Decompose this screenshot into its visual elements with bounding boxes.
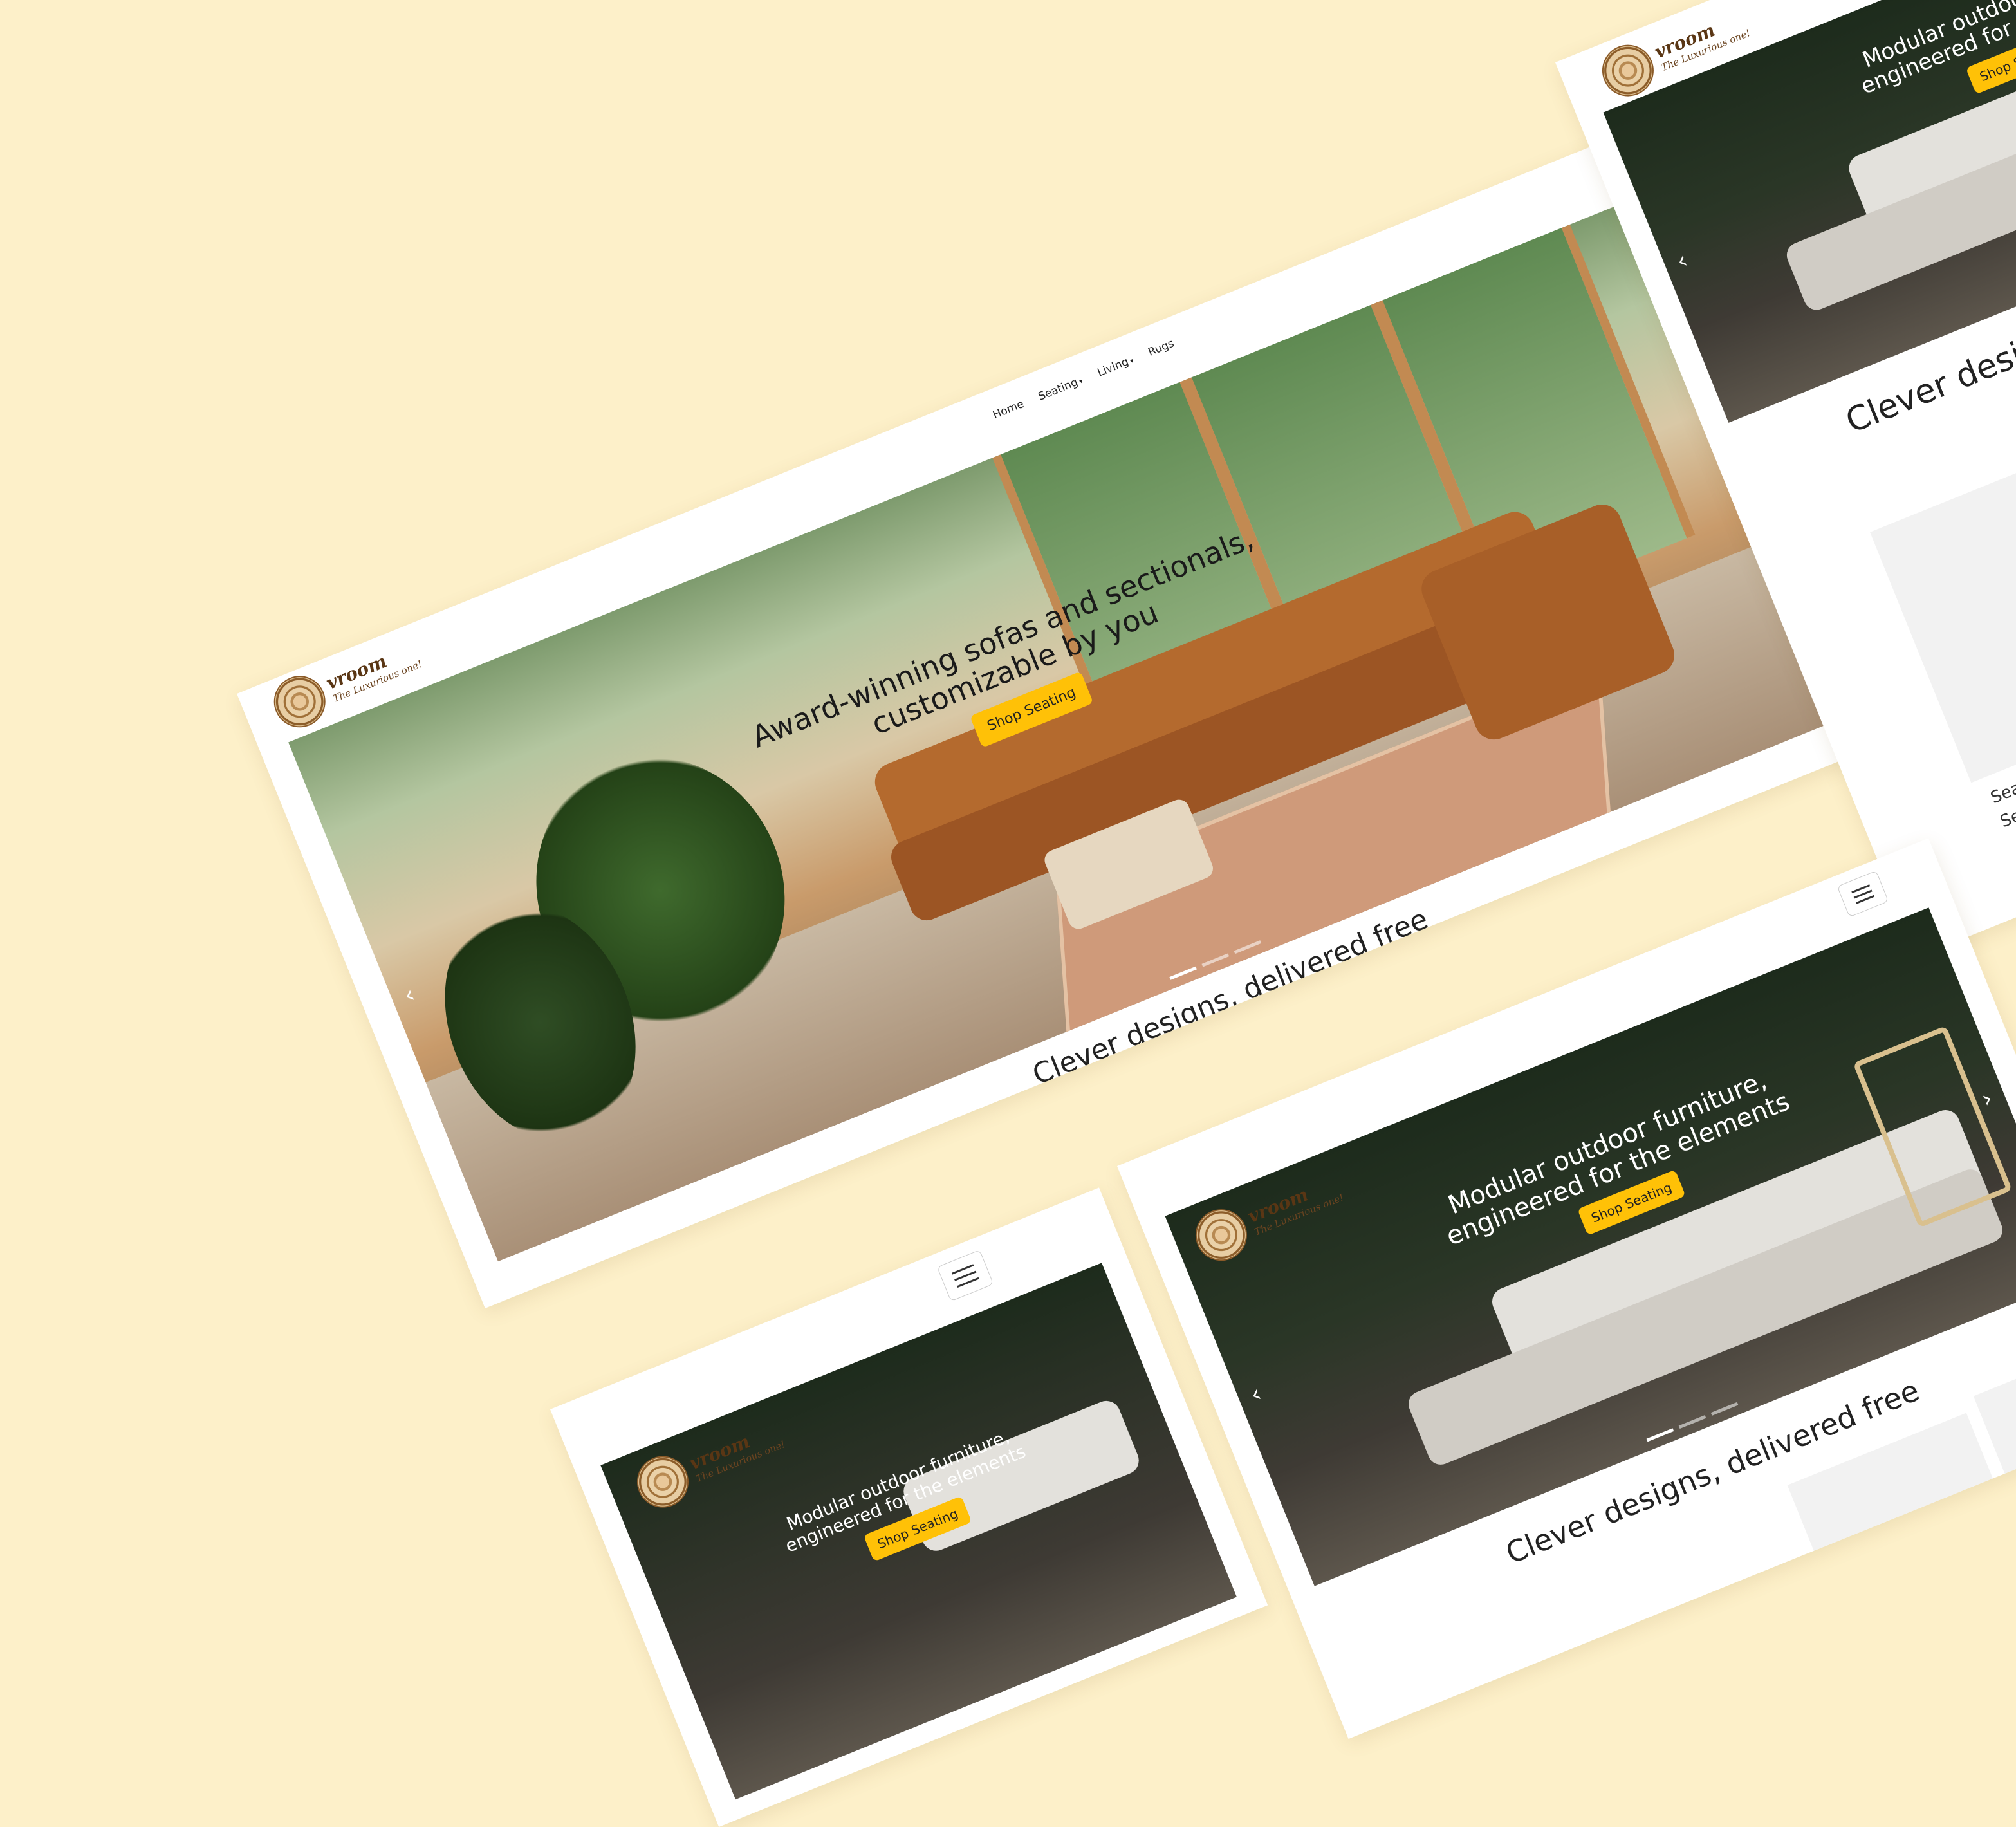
caret-down-icon: ▾ [1078,376,1085,386]
brand-logo[interactable]: vroom The Luxurious one! [629,1410,790,1516]
hero-carousel: vroom The Luxurious one! Modular outdoor… [600,1263,1237,1800]
carousel-indicator[interactable] [1678,1414,1706,1429]
carousel-next-icon[interactable]: › [1978,1085,1997,1113]
carousel-indicators [1646,1402,1739,1442]
logo-icon [1187,1201,1255,1269]
mobile-preview-card: vroom The Luxurious one! Modular outdoor… [550,1187,1268,1827]
brand-logo[interactable]: vroom The Luxurious one! [1187,1164,1349,1269]
carousel-prev-icon[interactable]: ‹ [1673,247,1692,275]
carousel-prev-icon[interactable]: ‹ [1247,1380,1266,1408]
caret-down-icon: ▾ [1129,356,1136,366]
menu-toggle-icon[interactable] [936,1249,994,1302]
nav-rugs[interactable]: Rugs [1147,337,1176,359]
nav-home[interactable]: Home [991,398,1026,422]
hero-title: Modular outdoor furniture, engineered fo… [1857,0,2016,100]
carousel-indicator[interactable] [1646,1428,1674,1442]
logo-icon [266,668,333,736]
carousel-prev-icon[interactable]: ‹ [400,981,419,1009]
logo-icon [629,1448,697,1516]
carousel-indicator[interactable] [1710,1402,1739,1416]
nav-seating[interactable]: Seating▾ [1037,374,1085,403]
nav-living[interactable]: Living▾ [1096,353,1136,379]
product-card[interactable] [1870,411,2016,783]
menu-toggle-icon[interactable] [1836,870,1889,918]
